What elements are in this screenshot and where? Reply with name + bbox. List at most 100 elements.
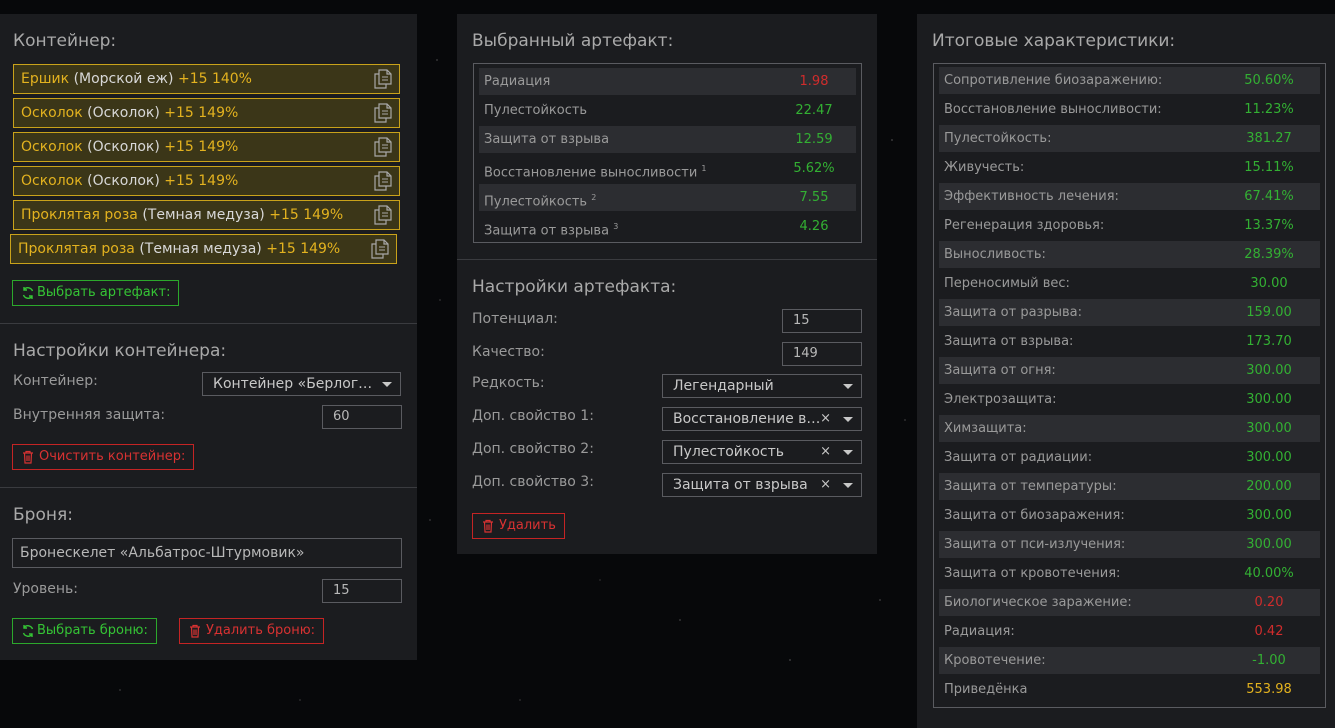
artifact-type: (Темная медуза) bbox=[139, 241, 262, 257]
select-armor-label: Выбрать броню: bbox=[37, 623, 148, 638]
total-stat-row: Восстановление выносливости: 11.23% bbox=[939, 96, 1320, 123]
selected-artifact-stats: Радиация 1.98 Пулестойкость 22.47 Защита от … bbox=[473, 63, 862, 243]
stat-value: 7.55 bbox=[799, 190, 829, 205]
total-stat-row: Выносливость: 28.39% bbox=[939, 241, 1320, 268]
prop2-select[interactable]: Пулестойкость × bbox=[662, 440, 862, 464]
total-stat-row: Защита от разрыва: 159.00 bbox=[939, 299, 1320, 326]
artifact-slot[interactable]: Ершик (Морской еж) +15 140% bbox=[13, 64, 400, 94]
container-select[interactable]: Контейнер «Берлога… bbox=[202, 372, 401, 396]
total-stat-value: 553.98 bbox=[1246, 682, 1292, 697]
select-artifact-button[interactable]: Выбрать артефакт: bbox=[12, 280, 180, 306]
total-stat-label: Защита от огня: bbox=[944, 363, 1056, 378]
copy-icon[interactable] bbox=[374, 69, 392, 89]
artifact-settings-title: Настройки артефакта: bbox=[472, 277, 677, 297]
divider bbox=[0, 487, 417, 488]
trash-icon bbox=[23, 450, 33, 464]
delete-armor-button[interactable]: Удалить броню: bbox=[179, 618, 325, 644]
total-stat-row: Биологическое заражение: 0.20 bbox=[939, 589, 1320, 616]
total-stat-label: Защита от разрыва: bbox=[944, 305, 1082, 320]
stat-label-text: Пулестойкость bbox=[484, 103, 588, 118]
artifact-slot[interactable]: Осколок (Осколок) +15 149% bbox=[13, 98, 400, 128]
armor-title: Броня: bbox=[13, 505, 73, 525]
stat-row: Радиация 1.98 bbox=[479, 68, 856, 95]
total-stat-value: 28.39% bbox=[1244, 247, 1294, 262]
total-stat-row: Живучесть: 15.11% bbox=[939, 154, 1320, 181]
stat-row: Защита от взрыва 3 4.26 bbox=[479, 213, 856, 240]
prop3-select-value: Защита от взрыва bbox=[673, 477, 808, 493]
total-stat-label: Защита от кровотечения: bbox=[944, 566, 1121, 581]
prop1-label: Доп. свойство 1: bbox=[472, 408, 594, 424]
total-stat-value: 13.37% bbox=[1244, 218, 1294, 233]
total-stat-value: 300.00 bbox=[1246, 392, 1292, 407]
total-stat-row: Защита от огня: 300.00 bbox=[939, 357, 1320, 384]
total-stat-row: Защита от радиации: 300.00 bbox=[939, 444, 1320, 471]
prop1-select[interactable]: Восстановление в… × bbox=[662, 407, 862, 431]
total-stat-value: -1.00 bbox=[1252, 653, 1286, 668]
armor-input[interactable]: Бронескелет «Альбатрос-Штурмовик» bbox=[12, 538, 402, 568]
inner-protection-input[interactable]: 60 bbox=[322, 405, 402, 429]
total-stat-label: Защита от взрыва: bbox=[944, 334, 1074, 349]
clear-icon[interactable]: × bbox=[820, 474, 831, 496]
artifact-level: +15 149% bbox=[164, 173, 239, 189]
potential-label: Потенциал: bbox=[472, 311, 558, 327]
artifact-type: (Морской еж) bbox=[73, 71, 174, 87]
artifact-level: +15 149% bbox=[266, 241, 341, 257]
artifact-slot[interactable]: Осколок (Осколок) +15 149% bbox=[13, 132, 400, 162]
artifact-slot[interactable]: Проклятая роза (Темная медуза) +15 149% bbox=[13, 200, 400, 230]
stat-row: Пулестойкость 22.47 bbox=[479, 97, 856, 124]
chevron-down-icon bbox=[843, 417, 853, 422]
total-stat-label: Биологическое заражение: bbox=[944, 595, 1132, 610]
rarity-select-value: Легендарный bbox=[673, 378, 774, 394]
quality-label: Качество: bbox=[472, 344, 545, 360]
select-armor-button[interactable]: Выбрать броню: bbox=[12, 618, 157, 644]
copy-icon[interactable] bbox=[374, 103, 392, 123]
clear-icon[interactable]: × bbox=[820, 441, 831, 463]
copy-icon[interactable] bbox=[374, 137, 392, 157]
copy-icon[interactable] bbox=[374, 171, 392, 191]
total-stat-label: Радиация: bbox=[944, 624, 1015, 639]
total-stat-value: 173.70 bbox=[1246, 334, 1292, 349]
total-stat-value: 381.27 bbox=[1246, 131, 1292, 146]
clear-icon[interactable]: × bbox=[820, 408, 831, 430]
stat-label: Восстановление выносливости 1 bbox=[484, 155, 707, 186]
total-stat-label: Химзащита: bbox=[944, 421, 1027, 436]
delete-artifact-button[interactable]: Удалить bbox=[472, 513, 565, 539]
total-stat-row: Приведёнка 553.98 bbox=[939, 676, 1320, 703]
rarity-select[interactable]: Легендарный bbox=[662, 374, 862, 398]
copy-icon[interactable] bbox=[371, 239, 389, 259]
stat-label: Пулестойкость bbox=[484, 97, 587, 124]
potential-input[interactable]: 15 bbox=[782, 309, 862, 333]
artifact-slot[interactable]: Проклятая роза (Темная медуза) +15 149% bbox=[10, 234, 397, 264]
total-stat-label: Сопротивление биозаражению: bbox=[944, 73, 1163, 88]
refresh-icon bbox=[22, 625, 34, 637]
chevron-down-icon bbox=[843, 384, 853, 389]
artifact-level: +15 140% bbox=[177, 71, 252, 87]
total-stat-value: 15.11% bbox=[1244, 160, 1294, 175]
level-input[interactable]: 15 bbox=[322, 579, 402, 603]
left-panel: Контейнер: Ершик (Морской еж) +15 140% Ос… bbox=[0, 14, 417, 660]
artifact-type: (Темная медуза) bbox=[142, 207, 265, 223]
artifact-name: Осколок bbox=[21, 105, 83, 121]
total-stat-value: 30.00 bbox=[1250, 276, 1288, 291]
total-stat-row: Химзащита: 300.00 bbox=[939, 415, 1320, 442]
total-stat-label: Живучесть: bbox=[944, 160, 1025, 175]
artifact-name: Осколок bbox=[21, 173, 83, 189]
container-title: Контейнер: bbox=[13, 31, 117, 51]
stat-value: 22.47 bbox=[795, 103, 833, 118]
quality-input[interactable]: 149 bbox=[782, 342, 862, 366]
total-stat-row: Защита от биозаражения: 300.00 bbox=[939, 502, 1320, 529]
stat-row: Защита от взрыва 12.59 bbox=[479, 126, 856, 153]
middle-panel: Выбранный артефакт: Радиация 1.98 Пулестой… bbox=[457, 14, 877, 554]
artifact-type: (Осколок) bbox=[87, 173, 160, 189]
selected-artifact-title: Выбранный артефакт: bbox=[472, 31, 674, 51]
stat-label: Пулестойкость 2 bbox=[484, 184, 596, 215]
stat-value: 4.26 bbox=[799, 219, 829, 234]
artifact-level: +15 149% bbox=[269, 207, 344, 223]
artifact-slot[interactable]: Осколок (Осколок) +15 149% bbox=[13, 166, 400, 196]
container-label: Контейнер: bbox=[13, 373, 98, 389]
total-stat-row: Регенерация здоровья: 13.37% bbox=[939, 212, 1320, 239]
stat-label-text: Защита от взрыва bbox=[484, 223, 610, 239]
copy-icon[interactable] bbox=[374, 205, 392, 225]
clear-container-button[interactable]: Очистить контейнер: bbox=[12, 444, 195, 470]
prop3-select[interactable]: Защита от взрыва × bbox=[662, 473, 862, 497]
